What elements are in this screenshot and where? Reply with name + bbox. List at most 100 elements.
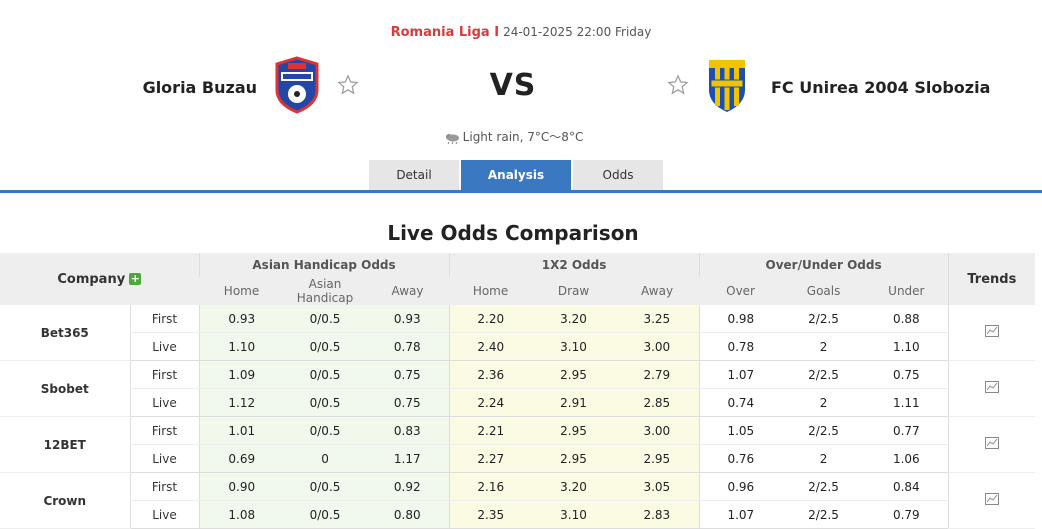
trend-chart-button[interactable] [947, 472, 1036, 529]
trends-header: Trends [947, 253, 1036, 305]
subheader-1x2-draw: Draw [532, 277, 616, 305]
section-title: Live Odds Comparison [387, 221, 639, 245]
odds-row: 12BET First 1.01 0/0.5 0.83 2.21 2.95 3.00 1.05 2… [0, 416, 1036, 473]
odds-value: 3.05 [615, 472, 700, 501]
odds-value: 1.07 [698, 500, 783, 529]
bookmaker-name[interactable]: Sbobet [0, 360, 130, 417]
odds-value: 0.93 [198, 305, 285, 333]
odds-value: 3.20 [532, 305, 616, 333]
odds-value: 2 [782, 444, 866, 473]
odds-value: 1.05 [698, 416, 783, 445]
odds-value: 2.40 [448, 332, 533, 361]
trend-chart-icon[interactable] [984, 325, 999, 337]
odds-value: 2/2.5 [782, 360, 866, 389]
add-company-icon[interactable]: + [129, 273, 142, 285]
odds-value: 2.83 [615, 500, 700, 529]
tab-analysis[interactable]: Analysis [461, 160, 571, 190]
odds-value: 1.10 [198, 332, 285, 361]
odds-row: Live 1.08 0/0.5 0.80 2.35 3.10 2.83 1.07 2/2.5 0.… [0, 500, 1035, 529]
odds-value: 1.11 [865, 388, 949, 417]
odds-value: 2.24 [448, 388, 533, 417]
odds-type-label: Live [129, 444, 200, 473]
tab-odds[interactable]: Odds [573, 160, 663, 190]
odds-comparison-table: Company + Asian Handicap Odds 1X2 Odds Ov… [0, 253, 1036, 529]
subheader-ou-over: Over [699, 277, 783, 305]
odds-value: 0.90 [198, 472, 285, 501]
odds-value: 2.95 [532, 416, 616, 445]
odds-row: Bet365 First 0.93 0/0.5 0.93 2.20 3.20 3.25 0.98… [0, 305, 1036, 361]
trend-chart-icon[interactable] [984, 493, 999, 505]
league-name[interactable]: Romania Liga I [391, 25, 499, 40]
odds-value: 2.91 [532, 388, 616, 417]
odds-value: 2/2.5 [782, 500, 866, 529]
trend-chart-button[interactable] [947, 360, 1036, 417]
match-datetime: 24-01-2025 22:00 Friday [503, 25, 652, 39]
odds-value: 2.85 [615, 388, 700, 417]
odds-value: 0.75 [366, 388, 450, 417]
odds-value: 0.69 [198, 444, 285, 473]
subheader-ou-under: Under [865, 277, 949, 305]
odds-value: 3.00 [615, 332, 700, 361]
odds-value: 2.95 [615, 444, 700, 473]
odds-type-label: Live [129, 388, 200, 417]
odds-row: Live 0.69 0 1.17 2.27 2.95 2.95 0.76 2 1.06 [0, 444, 1035, 473]
odds-table-body: Bet365 First 0.93 0/0.5 0.93 2.20 3.20 3.25 0.98… [0, 305, 1036, 529]
subheader-ou-goals: Goals [782, 277, 866, 305]
odds-value: 0/0.5 [284, 305, 367, 333]
odds-type-label: First [129, 305, 200, 333]
odds-value: 1.12 [198, 388, 285, 417]
odds-value: 1.08 [198, 500, 285, 529]
odds-value: 1.10 [865, 332, 949, 361]
subheader-ah-away: Away [366, 277, 450, 305]
odds-value: 0.79 [865, 500, 949, 529]
odds-value: 0.84 [865, 472, 949, 501]
over-under-header: Over/Under Odds [698, 253, 949, 277]
odds-value: 2 [782, 332, 866, 361]
trend-chart-icon[interactable] [984, 381, 999, 393]
subheader-ah-home: Home [199, 277, 285, 305]
odds-type-label: First [129, 360, 200, 389]
odds-value: 0.92 [366, 472, 450, 501]
trend-chart-icon[interactable] [984, 437, 999, 449]
odds-value: 0.98 [698, 305, 783, 333]
odds-value: 3.00 [615, 416, 700, 445]
odds-value: 0.78 [366, 332, 450, 361]
odds-value: 0/0.5 [284, 332, 367, 361]
odds-type-label: Live [129, 332, 200, 361]
odds-value: 2.27 [448, 444, 533, 473]
odds-value: 2.36 [448, 360, 533, 389]
odds-row: Live 1.12 0/0.5 0.75 2.24 2.91 2.85 0.74 2 1.11 [0, 388, 1035, 417]
weather-text: Light rain, 7°C～8°C [462, 130, 584, 144]
odds-value: 0.77 [865, 416, 949, 445]
bookmaker-name[interactable]: Bet365 [0, 305, 130, 361]
odds-type-label: Live [129, 500, 200, 529]
match-header-line: Romania Liga I 24-01-2025 22:00 Friday [0, 25, 1042, 40]
odds-value: 0/0.5 [284, 416, 367, 445]
odds-value: 2.95 [532, 444, 616, 473]
odds-value: 1.17 [366, 444, 450, 473]
subheader-1x2-away: Away [615, 277, 700, 305]
trend-chart-button[interactable] [947, 416, 1036, 473]
away-team-name[interactable]: FC Unirea 2004 Slobozia [771, 78, 990, 97]
bookmaker-name[interactable]: 12BET [0, 416, 130, 473]
away-team-crest-icon[interactable] [703, 56, 751, 114]
tab-detail[interactable]: Detail [369, 160, 459, 190]
odds-value: 2/2.5 [782, 416, 866, 445]
asian-handicap-header: Asian Handicap Odds [198, 253, 450, 277]
match-tabs: Detail Analysis Odds [369, 160, 665, 190]
weather-info: Light rain, 7°C～8°C [0, 128, 1026, 145]
bookmaker-name[interactable]: Crown [0, 472, 130, 529]
odds-value: 3.10 [532, 332, 616, 361]
odds-value: 0.78 [698, 332, 783, 361]
odds-value: 0.83 [366, 416, 450, 445]
odds-value: 2.79 [615, 360, 700, 389]
odds-value: 2.21 [448, 416, 533, 445]
odds-value: 0.93 [366, 305, 450, 333]
odds-value: 3.25 [615, 305, 700, 333]
odds-value: 2.16 [448, 472, 533, 501]
odds-row: Sbobet First 1.09 0/0.5 0.75 2.36 2.95 2.79 1.07… [0, 360, 1036, 417]
odds-value: 2 [782, 388, 866, 417]
favorite-away-star-icon[interactable] [667, 74, 689, 96]
trend-chart-button[interactable] [947, 305, 1036, 361]
odds-value: 0.76 [698, 444, 783, 473]
